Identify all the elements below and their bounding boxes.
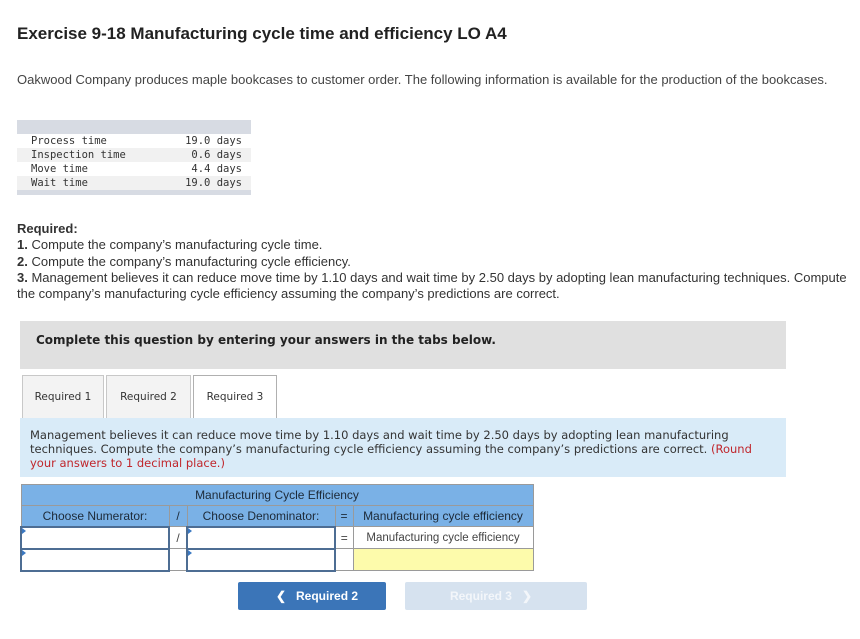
result-header: Manufacturing cycle efficiency <box>352 505 534 527</box>
item-text: Compute the company’s manufacturing cycl… <box>27 253 351 269</box>
table-row: Wait time 19.0 days <box>17 176 251 190</box>
denominator-dropdown[interactable] <box>188 527 334 548</box>
numerator-dropdown[interactable] <box>22 527 168 548</box>
chevron-left-icon: ❮ <box>275 589 287 603</box>
item-text: Management believes it can reduce move t… <box>17 269 847 302</box>
row-label: Move time <box>31 163 88 175</box>
dropdown-marker-icon <box>188 549 192 556</box>
denominator-value-cell[interactable] <box>186 547 336 572</box>
row-label: Inspection time <box>17 148 157 162</box>
mce-label-row: / = Manufacturing cycle efficiency <box>20 525 534 550</box>
item-number: 1. <box>17 237 28 253</box>
row-value: 4.4 days <box>191 163 242 175</box>
required-heading: Required: <box>17 221 78 236</box>
numerator-value-cell[interactable] <box>20 547 170 572</box>
mce-answer-table: Manufacturing Cycle Efficiency Choose Nu… <box>20 484 534 572</box>
tab-required-3[interactable]: Required 3 <box>193 375 277 420</box>
prompt-text: Management believes it can reduce move t… <box>30 428 729 456</box>
required-item-1: 1. Compute the company’s manufacturing c… <box>17 237 857 253</box>
instruction-banner: Complete this question by entering your … <box>20 321 786 369</box>
prev-button-label: Required 2 <box>296 589 359 603</box>
intro-text: Oakwood Company produces maple bookcases… <box>17 72 828 87</box>
divide-header: / <box>168 505 188 527</box>
page-title: Exercise 9-18 Manufacturing cycle time a… <box>17 24 507 43</box>
prev-required-2-button[interactable]: ❮ Required 2 <box>238 582 386 610</box>
row-value: 19.0 days <box>185 135 242 147</box>
dropdown-marker-icon <box>22 549 26 556</box>
empty-operator-cell <box>168 548 188 571</box>
divide-sign: / <box>168 526 188 549</box>
numerator-dropdown-cell[interactable] <box>20 525 170 550</box>
item-text: Compute the company’s manufacturing cycl… <box>27 237 323 253</box>
denominator-value-input[interactable] <box>188 549 334 570</box>
row-value: 0.6 days <box>156 148 251 162</box>
instruction-text: Complete this question by entering your … <box>36 333 496 347</box>
table-row: Move time 4.4 days <box>17 162 251 176</box>
next-button-label: Required 3 <box>449 589 512 603</box>
item-number: 2. <box>17 253 28 269</box>
mce-answer-cell[interactable] <box>352 548 534 571</box>
denominator-dropdown-cell[interactable] <box>186 525 336 550</box>
row-label: Process time <box>31 135 107 147</box>
table-row: Process time 19.0 days <box>17 134 251 148</box>
mce-answer-input[interactable] <box>353 549 533 570</box>
dropdown-marker-icon <box>188 527 192 534</box>
required-section: Required: 1. Compute the company’s manuf… <box>17 221 857 302</box>
mce-value-row <box>20 547 534 572</box>
numerator-header: Choose Numerator: <box>20 505 170 527</box>
row-label: Wait time <box>17 176 157 190</box>
dropdown-marker-icon <box>22 527 26 534</box>
chevron-right-icon: ❯ <box>521 589 533 603</box>
item-number: 3. <box>17 269 28 285</box>
equals-header: = <box>334 505 354 527</box>
empty-operator-cell <box>334 548 354 571</box>
required-item-3: 3. Management believes it can reduce mov… <box>17 270 857 303</box>
mce-header-row: Choose Numerator: / Choose Denominator: … <box>20 505 534 527</box>
required-item-2: 2. Compute the company’s manufacturing c… <box>17 254 857 270</box>
table-row: Inspection time 0.6 days <box>17 148 251 162</box>
numerator-value-input[interactable] <box>22 549 168 570</box>
result-label: Manufacturing cycle efficiency <box>352 526 534 549</box>
data-table-footer <box>17 190 251 195</box>
question-prompt: Management believes it can reduce move t… <box>20 418 786 477</box>
mce-caption-row: Manufacturing Cycle Efficiency <box>20 484 534 506</box>
tab-required-1[interactable]: Required 1 <box>22 375 104 419</box>
denominator-header: Choose Denominator: <box>186 505 336 527</box>
tab-required-2[interactable]: Required 2 <box>106 375 191 419</box>
next-required-3-button[interactable]: Required 3 ❯ <box>405 582 587 610</box>
mce-caption: Manufacturing Cycle Efficiency <box>20 484 534 506</box>
row-value: 19.0 days <box>156 176 251 190</box>
data-table: Process time 19.0 days Inspection time 0… <box>17 120 251 195</box>
data-table-header <box>17 120 251 134</box>
equals-sign: = <box>334 526 354 549</box>
